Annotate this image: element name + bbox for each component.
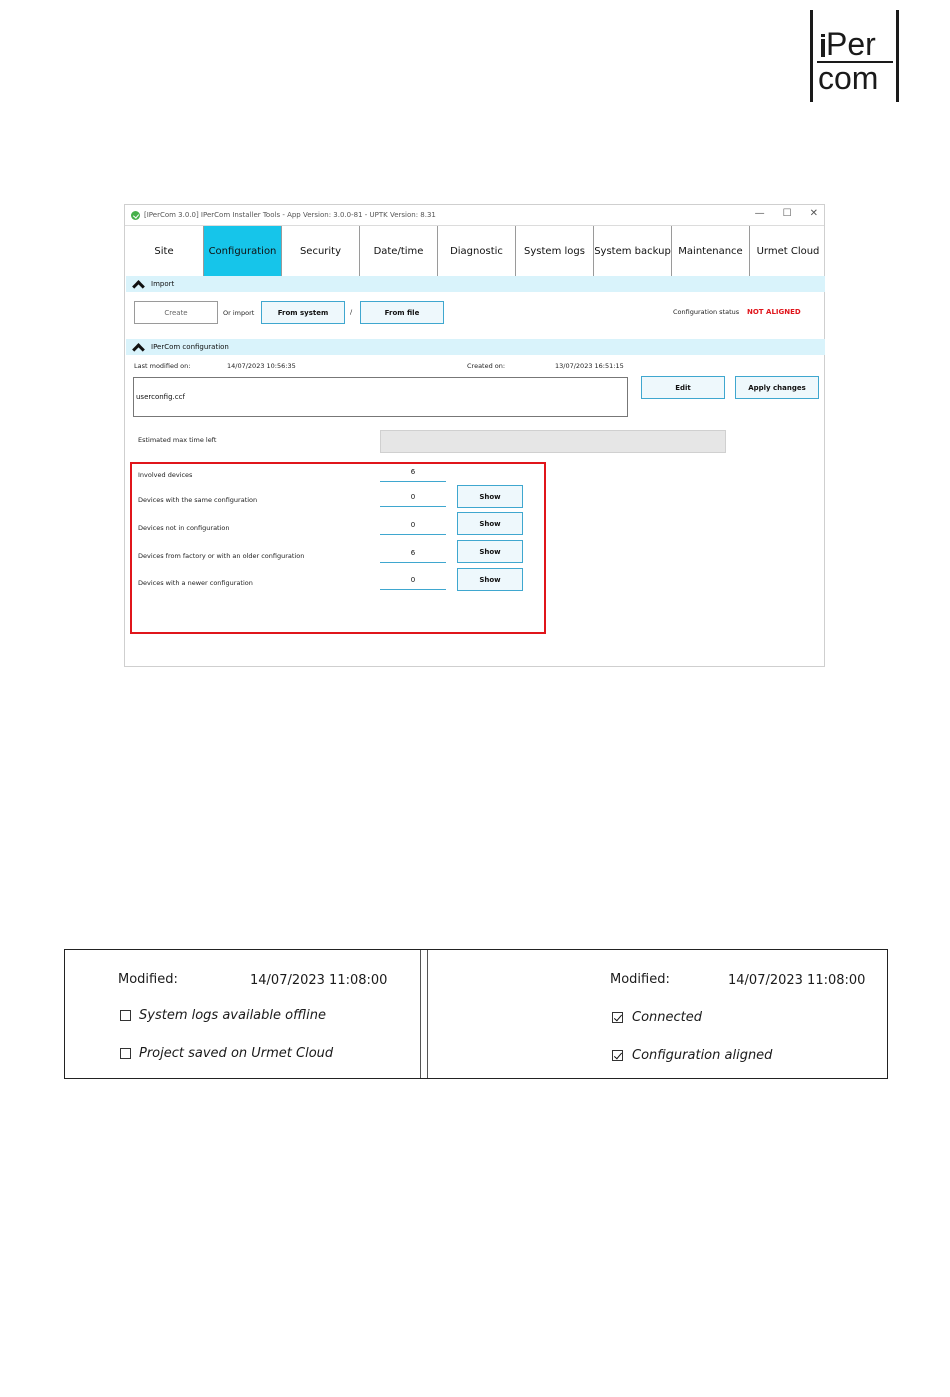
show-button[interactable]: Show [457, 568, 523, 591]
device-row-value: 0 [380, 493, 446, 507]
device-row-value: 6 [380, 549, 446, 563]
import-section-header[interactable]: Import [126, 276, 825, 293]
maximize-icon[interactable]: ☐ [783, 208, 792, 219]
checkbox-project-saved-cloud[interactable] [120, 1048, 131, 1059]
last-modified-label: Last modified on: [134, 362, 191, 370]
window-controls: — ☐ ✕ [755, 208, 818, 219]
or-import-label: Or import [223, 309, 255, 317]
edit-button[interactable]: Edit [641, 376, 725, 399]
estimated-time-progress-bar [380, 430, 726, 453]
created-on-label: Created on: [467, 362, 506, 370]
tab-diagnostic[interactable]: Diagnostic [438, 226, 516, 276]
tab-configuration[interactable]: Configuration [204, 226, 282, 276]
configuration-status-value: NOT ALIGNED [747, 308, 801, 316]
create-button[interactable]: Create [134, 301, 218, 324]
last-modified-value: 14/07/2023 10:56:35 [227, 362, 296, 370]
close-icon[interactable]: ✕ [810, 208, 818, 219]
logo-i-stem [821, 39, 825, 57]
checkbox-system-logs-offline[interactable] [120, 1010, 131, 1021]
checkbox-label: Connected [632, 1010, 703, 1025]
device-row-label: Devices from factory or with an older co… [138, 552, 305, 560]
from-system-button[interactable]: From system [261, 301, 345, 324]
checkbox-label: System logs available offline [139, 1008, 326, 1023]
device-row-label: Devices with a newer configuration [138, 579, 253, 587]
apply-changes-button[interactable]: Apply changes [735, 376, 819, 399]
title-bar: [IPerCom 3.0.0] IPerCom Installer Tools … [125, 205, 824, 225]
tab-system-backup[interactable]: System backup [594, 226, 672, 276]
tab-urmet-cloud[interactable]: Urmet Cloud [750, 226, 826, 276]
right-modified-value: 14/07/2023 11:08:00 [728, 973, 866, 988]
show-button[interactable]: Show [457, 485, 523, 508]
device-row-value: 6 [380, 468, 446, 482]
app-window: [IPerCom 3.0.0] IPerCom Installer Tools … [124, 204, 825, 667]
checkbox-connected[interactable] [612, 1012, 623, 1023]
collapse-chevron-icon[interactable] [132, 280, 145, 293]
config-section-header[interactable]: IPerCom configuration [126, 339, 825, 356]
config-filename-field[interactable]: userconfig.ccf [133, 377, 628, 417]
show-button[interactable]: Show [457, 512, 523, 535]
logo-text-per: Per [826, 26, 876, 62]
device-row-value: 0 [380, 576, 446, 590]
ipercom-logo: Per com [808, 10, 903, 105]
logo-left-bar [810, 10, 813, 102]
device-row-label: Devices not in configuration [138, 524, 230, 532]
checkbox-label: Configuration aligned [632, 1048, 773, 1063]
checkbox-configuration-aligned[interactable] [612, 1050, 623, 1061]
from-file-button[interactable]: From file [360, 301, 444, 324]
tab-bar: Site Configuration Security Date/time Di… [125, 225, 824, 276]
tab-maintenance[interactable]: Maintenance [672, 226, 750, 276]
logo-text-com: com [818, 60, 879, 96]
device-row-label: Involved devices [138, 471, 193, 479]
left-modified-label: Modified: [118, 972, 178, 987]
config-filename: userconfig.ccf [136, 393, 185, 401]
config-section-title: IPerCom configuration [151, 343, 229, 351]
configuration-status-label: Configuration status [673, 308, 740, 316]
created-on-value: 13/07/2023 16:51:15 [555, 362, 624, 370]
window-title: [IPerCom 3.0.0] IPerCom Installer Tools … [144, 211, 436, 219]
import-section-title: Import [151, 280, 175, 288]
tab-system-logs[interactable]: System logs [516, 226, 594, 276]
left-modified-value: 14/07/2023 11:08:00 [250, 973, 388, 988]
checkbox-label: Project saved on Urmet Cloud [139, 1046, 334, 1061]
tab-date-time[interactable]: Date/time [360, 226, 438, 276]
right-modified-label: Modified: [610, 972, 670, 987]
tab-security[interactable]: Security [282, 226, 360, 276]
panel-divider [427, 950, 428, 1078]
device-row-label: Devices with the same configuration [138, 496, 258, 504]
status-panel: Modified: 14/07/2023 11:08:00 System log… [64, 949, 888, 1079]
collapse-chevron-icon[interactable] [132, 343, 145, 356]
tab-site[interactable]: Site [125, 226, 204, 276]
logo-i-dot [821, 34, 825, 37]
panel-divider [420, 950, 421, 1078]
app-icon [131, 210, 140, 220]
minimize-icon[interactable]: — [755, 208, 765, 219]
logo-right-bar [896, 10, 899, 102]
estimated-time-label: Estimated max time left [138, 436, 217, 444]
device-row-value: 0 [380, 521, 446, 535]
show-button[interactable]: Show [457, 540, 523, 563]
slash-separator: / [350, 308, 353, 316]
